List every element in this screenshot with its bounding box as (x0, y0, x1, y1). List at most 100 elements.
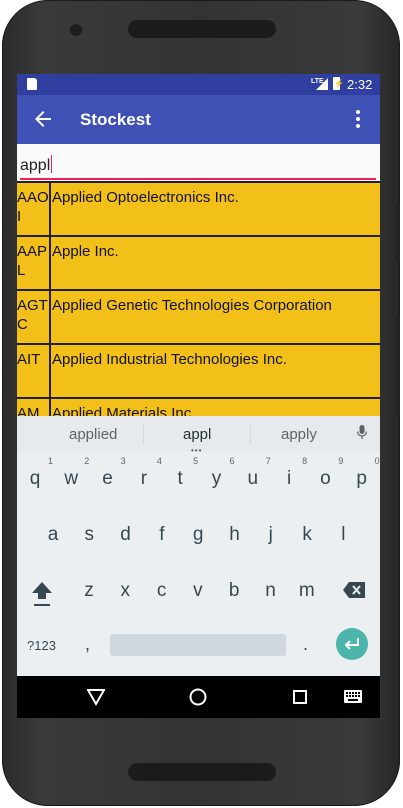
space-key[interactable] (110, 634, 286, 656)
column-divider (49, 291, 51, 345)
key-hint-number: 9 (338, 456, 344, 466)
battery-icon: ⚡ (333, 77, 344, 90)
key-hint-number: 2 (84, 456, 90, 466)
key-i[interactable]: i8 (271, 456, 307, 490)
key-l[interactable]: l (325, 524, 361, 546)
volume-button (396, 316, 400, 416)
suggestion-1[interactable]: applied (69, 426, 117, 443)
enter-key[interactable] (336, 628, 368, 660)
front-camera (70, 24, 82, 36)
more-suggestions-icon: ••• (191, 446, 203, 455)
key-hint-number: 8 (302, 456, 308, 466)
backspace-icon[interactable] (343, 582, 365, 598)
key-k[interactable]: k (289, 524, 325, 546)
signal-icon (316, 78, 328, 90)
key-n[interactable]: n (253, 580, 289, 602)
search-field[interactable]: appl (17, 144, 380, 182)
app-title: Stockest (80, 110, 151, 129)
key-letter: e (102, 468, 113, 489)
key-letter: r (140, 468, 148, 489)
suggestion-3[interactable]: apply (281, 426, 317, 443)
column-divider (49, 399, 51, 417)
key-hint-number: 4 (156, 456, 162, 466)
column-divider (49, 237, 51, 291)
key-m[interactable]: m (289, 580, 325, 602)
key-d[interactable]: d (108, 524, 144, 546)
key-letter: y (211, 468, 222, 489)
home-nav-icon[interactable] (189, 688, 207, 706)
symbol-cell: AMA (17, 405, 40, 417)
key-g[interactable]: g (180, 524, 216, 546)
key-t[interactable]: t5 (162, 456, 199, 490)
keyboard-switch-icon[interactable] (344, 690, 362, 703)
shift-icon[interactable] (30, 579, 54, 609)
key-p[interactable]: p0 (344, 456, 379, 490)
bottom-speaker (128, 763, 276, 781)
period-key[interactable]: . (303, 634, 308, 655)
company-name: Applied Optoelectronics Inc. (52, 189, 239, 206)
list-item[interactable]: AMA Applied Materials Inc. (17, 397, 380, 417)
key-u[interactable]: u7 (235, 456, 271, 490)
key-hint-number: 0 (374, 456, 380, 466)
navigation-bar (17, 676, 380, 718)
company-name: Applied Industrial Technologies Inc. (52, 351, 287, 368)
key-v[interactable]: v (180, 580, 216, 602)
key-letter: q (29, 468, 41, 489)
suggestion-divider (250, 424, 251, 444)
key-hint-number: 6 (229, 456, 235, 466)
key-x[interactable]: x (107, 580, 143, 602)
symbol-cell: AAPL (17, 243, 48, 279)
column-divider (49, 183, 51, 237)
key-s[interactable]: s (71, 524, 107, 546)
back-nav-icon[interactable] (87, 688, 105, 706)
key-letter: u (247, 468, 259, 489)
key-w[interactable]: w2 (53, 456, 89, 490)
search-underline (20, 178, 376, 180)
results-list: AAOI Applied Optoelectronics Inc. AAPL A… (17, 181, 380, 417)
key-hint-number: 1 (47, 456, 53, 466)
suggestion-strip: applied appl ••• apply (17, 416, 380, 455)
status-bar: LTE ⚡ 2:32 (17, 74, 380, 95)
key-letter: t (177, 468, 183, 489)
symbols-key[interactable]: ?123 (27, 638, 56, 653)
key-e[interactable]: e3 (90, 456, 125, 490)
key-b[interactable]: b (216, 580, 252, 602)
key-o[interactable]: o9 (307, 456, 343, 490)
sd-card-icon (27, 78, 37, 90)
app-bar: Stockest (17, 95, 380, 144)
key-hint-number: 7 (265, 456, 271, 466)
list-item[interactable]: AAOI Applied Optoelectronics Inc. (17, 181, 380, 237)
text-cursor (51, 155, 53, 173)
key-c[interactable]: c (144, 580, 180, 602)
power-button (396, 205, 400, 261)
suggestion-2[interactable]: appl (183, 426, 211, 443)
comma-key[interactable]: , (85, 634, 90, 655)
key-hint-number: 3 (120, 456, 126, 466)
microphone-icon[interactable] (357, 425, 367, 439)
symbol-cell: AIT (17, 351, 41, 368)
key-h[interactable]: h (217, 524, 253, 546)
list-item[interactable]: AAPL Apple Inc. (17, 235, 380, 291)
key-a[interactable]: a (35, 524, 71, 546)
top-speaker (128, 20, 276, 38)
key-q[interactable]: q1 (17, 456, 53, 490)
list-item[interactable]: AGTC Applied Genetic Technologies Corpor… (17, 289, 380, 345)
soft-keyboard: applied appl ••• apply ?123 , . q 1 w 2 … (17, 416, 380, 676)
company-name: Applied Genetic Technologies Corporation (52, 297, 332, 314)
recents-nav-icon[interactable] (293, 690, 307, 704)
key-letter: i (286, 468, 292, 489)
key-z[interactable]: z (71, 580, 107, 602)
search-input[interactable]: appl (20, 155, 53, 175)
key-hint-number: 5 (193, 456, 199, 466)
key-f[interactable]: f (144, 524, 180, 546)
screen: LTE ⚡ 2:32 Stockest appl AAOI Applied Op… (17, 74, 380, 718)
symbol-cell: AGTC (17, 297, 48, 333)
key-r[interactable]: r4 (126, 456, 162, 490)
key-j[interactable]: j (253, 524, 289, 546)
overflow-menu-icon[interactable] (355, 109, 361, 129)
symbol-cell: AAOI (17, 189, 49, 225)
back-arrow-icon[interactable] (31, 107, 55, 131)
list-item[interactable]: AIT Applied Industrial Technologies Inc. (17, 343, 380, 399)
suggestion-divider (143, 424, 144, 444)
key-y[interactable]: y6 (199, 456, 235, 490)
